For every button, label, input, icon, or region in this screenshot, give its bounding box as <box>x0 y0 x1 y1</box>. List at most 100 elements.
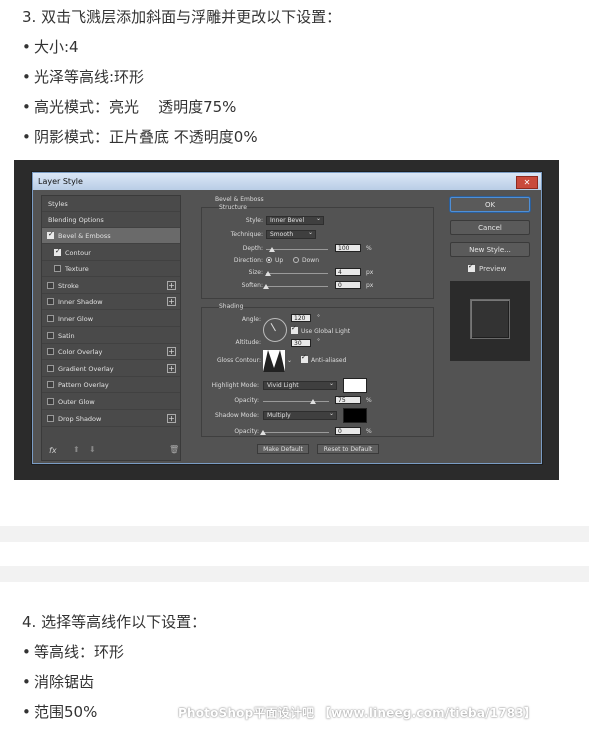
bullet-item: • 大小:4 <box>22 38 79 56</box>
style-checkbox[interactable] <box>47 398 54 405</box>
style-checkbox[interactable] <box>54 265 61 273</box>
style-checkbox[interactable] <box>47 348 54 356</box>
style-checkbox[interactable] <box>47 364 54 372</box>
add-icon[interactable]: + <box>167 280 176 290</box>
step3-title: 3. 双击飞溅层添加斜面与浮雕并更改以下设置： <box>22 8 342 26</box>
gloss-contour-picker[interactable] <box>263 350 285 372</box>
chevron-down-icon[interactable]: ⌄ <box>287 357 292 364</box>
shadow-opacity-input[interactable]: 0 <box>335 427 361 435</box>
direction-up-radio[interactable] <box>266 257 272 263</box>
highlight-opacity-unit: % <box>366 397 372 404</box>
style-item[interactable]: Stroke + <box>42 278 180 294</box>
style-item-label: Stroke <box>58 281 79 290</box>
style-checkbox[interactable] <box>54 247 61 256</box>
size-slider-thumb[interactable] <box>264 271 271 276</box>
size-unit: px <box>366 269 374 276</box>
style-item[interactable]: Pattern Overlay <box>42 377 180 394</box>
highlight-opacity-slider[interactable] <box>263 401 329 402</box>
new-style-button[interactable]: New Style... <box>450 242 530 257</box>
style-item[interactable]: Texture <box>42 261 180 278</box>
highlight-opacity-thumb[interactable] <box>309 399 316 404</box>
structure-title: Structure <box>219 204 247 211</box>
style-item[interactable]: Inner Glow <box>42 311 180 327</box>
style-item-label: Color Overlay <box>58 348 103 357</box>
reset-default-button[interactable]: Reset to Default <box>317 444 379 454</box>
bullet-dot-icon: • <box>22 68 31 86</box>
highlight-mode-dropdown[interactable]: Vivid Light <box>263 380 337 390</box>
style-item-label: Inner Glow <box>58 315 94 323</box>
style-checkbox[interactable] <box>47 281 54 289</box>
style-checkbox[interactable] <box>47 230 54 239</box>
depth-slider[interactable] <box>266 249 328 250</box>
direction-down-radio[interactable] <box>293 257 299 263</box>
depth-input[interactable]: 100 <box>335 244 361 252</box>
style-label: Style: <box>245 217 263 224</box>
style-item[interactable]: Gradient Overlay + <box>42 361 180 377</box>
highlight-color-swatch[interactable] <box>343 378 367 393</box>
altitude-input[interactable]: 30 <box>291 339 311 347</box>
shadow-opacity-thumb[interactable] <box>260 430 266 435</box>
shadow-opacity-slider[interactable] <box>263 432 329 433</box>
shadow-color-swatch[interactable] <box>343 408 367 423</box>
bullet-item: • 等高线：环形 <box>22 643 125 661</box>
style-item[interactable]: Contour <box>42 245 180 261</box>
add-icon[interactable]: + <box>167 413 176 423</box>
layer-style-dialog: Layer Style ✕ Styles Blending Options Be… <box>32 172 542 464</box>
bullet-dot-icon: • <box>22 98 31 116</box>
fx-icon[interactable]: fx <box>49 446 57 455</box>
style-item[interactable]: Color Overlay + <box>42 344 180 361</box>
bullet-item: • 消除锯齿 <box>22 673 95 691</box>
ok-button[interactable]: OK <box>450 197 530 212</box>
soften-label: Soften: <box>241 282 263 289</box>
add-icon[interactable]: + <box>167 347 176 357</box>
soften-slider-thumb[interactable] <box>263 284 269 289</box>
technique-dropdown[interactable]: Smooth <box>266 229 316 239</box>
style-checkbox[interactable] <box>47 298 54 306</box>
bullet-dot-icon: • <box>22 128 31 146</box>
make-default-button[interactable]: Make Default <box>257 444 309 454</box>
cancel-button[interactable]: Cancel <box>450 220 530 235</box>
soften-unit: px <box>366 282 374 289</box>
style-checkbox[interactable] <box>47 315 54 322</box>
bullet-item: • 阴影模式：正片叠底 不透明度0% <box>22 128 258 146</box>
add-icon[interactable]: + <box>167 363 176 373</box>
shadow-mode-dropdown[interactable]: Multiply <box>263 410 337 420</box>
size-input[interactable]: 4 <box>335 268 361 276</box>
soften-slider[interactable] <box>266 286 328 287</box>
size-slider[interactable] <box>266 273 328 274</box>
add-icon[interactable]: + <box>167 297 176 307</box>
depth-slider-thumb[interactable] <box>269 247 276 252</box>
anti-aliased-checkbox[interactable] <box>301 353 308 363</box>
bullet-dot-icon: • <box>22 38 31 56</box>
style-item[interactable]: Bevel & Emboss <box>42 228 180 244</box>
bullet-dot-icon: • <box>22 673 31 691</box>
style-item-label: Outer Glow <box>58 398 95 406</box>
soften-input[interactable]: 0 <box>335 281 361 289</box>
styles-header[interactable]: Styles <box>42 196 180 212</box>
move-up-icon[interactable]: ⬆ <box>73 445 80 454</box>
use-global-light-checkbox[interactable] <box>291 324 298 334</box>
style-checkbox[interactable] <box>47 414 54 422</box>
watermark: PhotoShop平面设计吧 【www.lineeg.com/tieba/178… <box>178 706 537 720</box>
angle-wheel[interactable] <box>263 318 287 342</box>
style-item-label: Pattern Overlay <box>58 381 109 390</box>
preview-checkbox[interactable] <box>468 262 475 272</box>
move-down-icon[interactable]: ⬇ <box>89 445 96 454</box>
style-checkbox[interactable] <box>47 331 54 339</box>
blending-options-item[interactable]: Blending Options <box>42 212 180 228</box>
style-checkbox[interactable] <box>47 381 54 389</box>
style-item[interactable]: Satin <box>42 328 180 344</box>
bullet-dot-icon: • <box>22 703 31 721</box>
style-item-label: Contour <box>65 248 91 257</box>
style-item-label: Satin <box>58 331 75 340</box>
bevel-settings-panel: Bevel & Emboss Structure Style: Inner Be… <box>199 193 436 459</box>
style-item[interactable]: Drop Shadow + <box>42 411 180 427</box>
trash-icon[interactable]: 🗑 <box>169 445 179 454</box>
highlight-opacity-input[interactable]: 75 <box>335 396 361 404</box>
style-dropdown[interactable]: Inner Bevel <box>266 215 324 225</box>
close-icon[interactable]: ✕ <box>516 176 538 189</box>
angle-input[interactable]: 120 <box>291 314 311 322</box>
highlight-opacity-label: Opacity: <box>234 397 259 404</box>
style-item[interactable]: Outer Glow <box>42 394 180 410</box>
style-item[interactable]: Inner Shadow + <box>42 294 180 311</box>
